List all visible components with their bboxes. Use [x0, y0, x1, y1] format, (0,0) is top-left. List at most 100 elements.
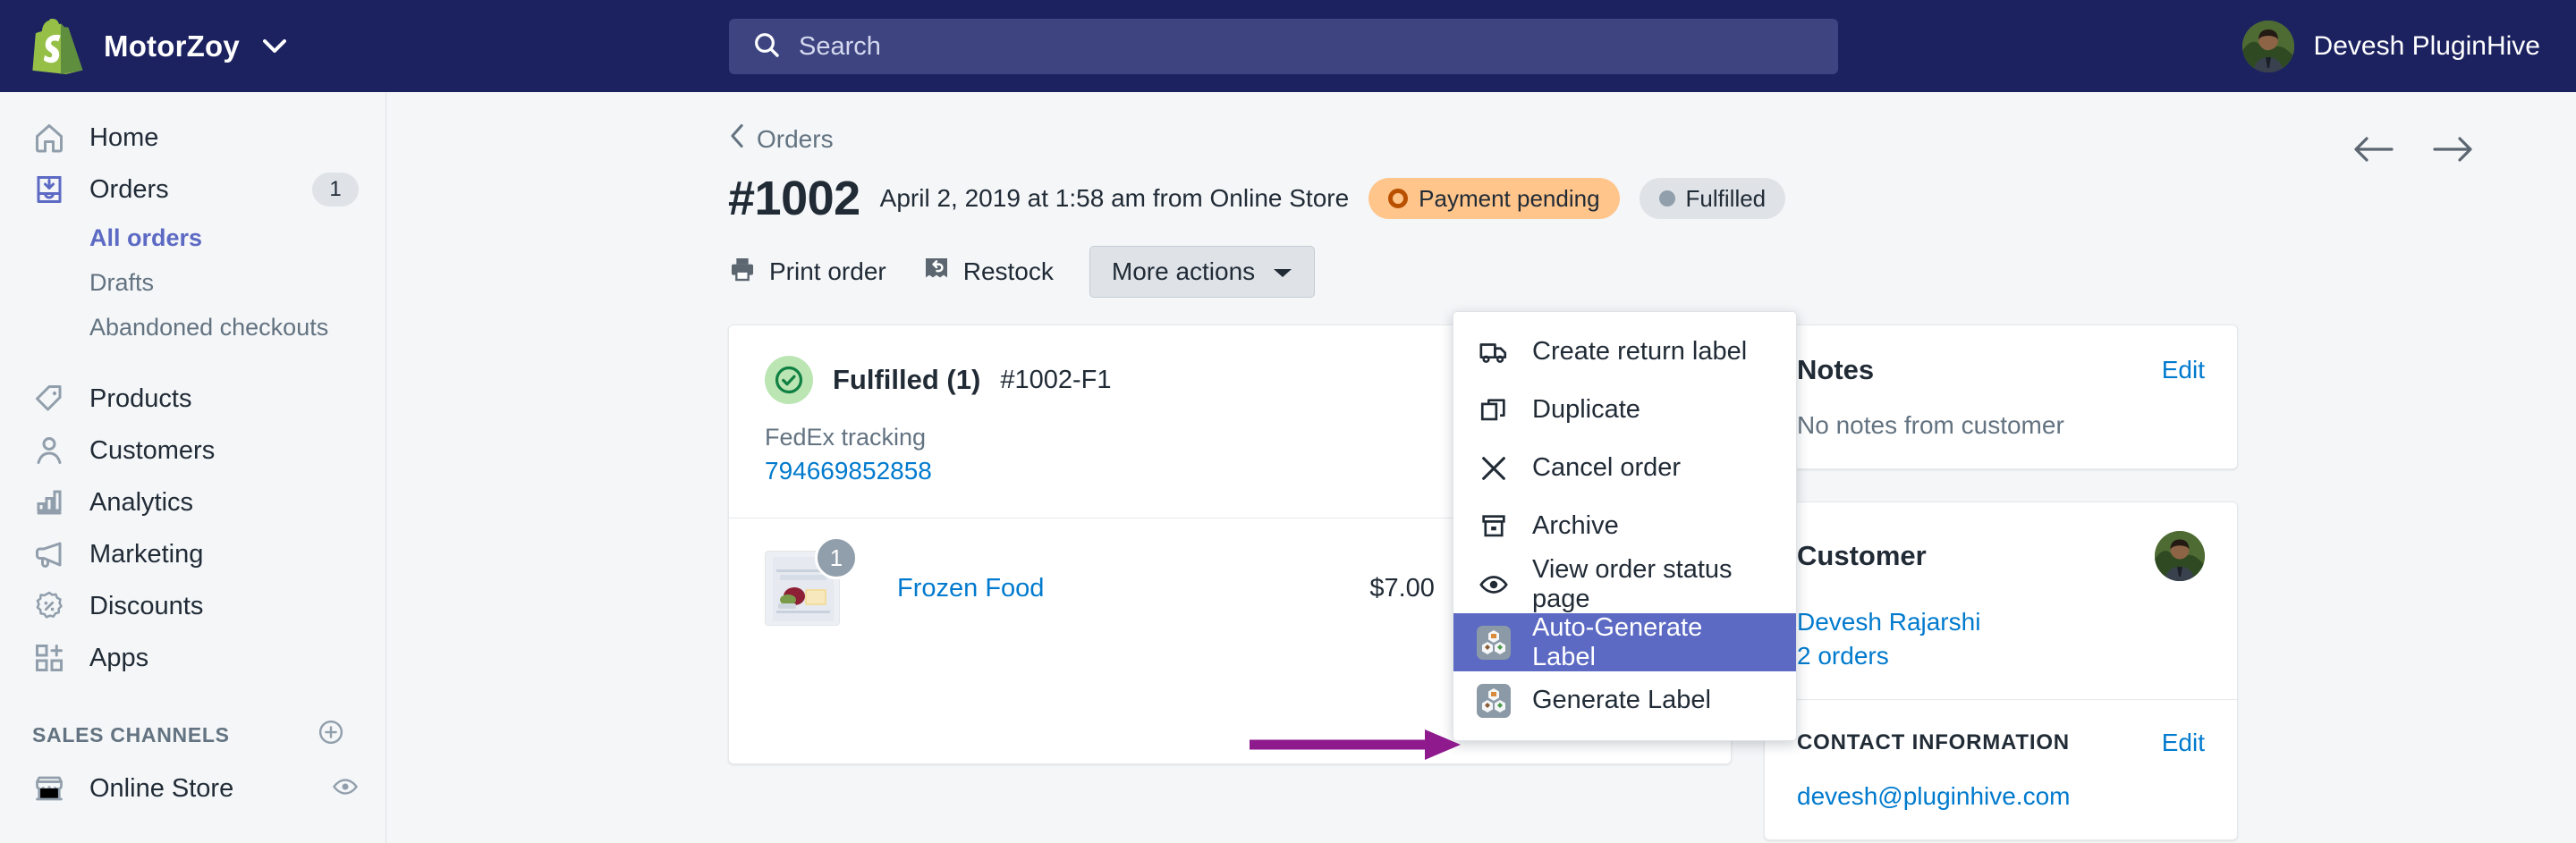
menu-item-archive[interactable]: Archive: [1453, 497, 1796, 555]
global-search[interactable]: [729, 19, 1838, 74]
order-actions: Print order Restock More actions: [728, 246, 2576, 298]
sidebar-item-label: Online Store: [89, 773, 234, 803]
menu-item-label: Generate Label: [1532, 686, 1711, 714]
storefront-icon: [32, 771, 66, 805]
megaphone-icon: [32, 537, 66, 571]
sales-channels-label: SALES CHANNELS: [32, 722, 230, 746]
menu-item-create-return-label[interactable]: Create return label: [1453, 323, 1796, 381]
menu-item-cancel-order[interactable]: Cancel order: [1453, 439, 1796, 497]
product-thumbnail-wrap: 1: [765, 536, 858, 626]
page-title: #1002: [728, 172, 860, 225]
sidebar-item-analytics[interactable]: Analytics: [0, 476, 386, 528]
menu-item-label: Duplicate: [1532, 395, 1640, 424]
orders-inbox-icon: [32, 173, 66, 207]
customer-name: Devesh Rajarshi: [1797, 608, 1981, 636]
next-order-button[interactable]: [2432, 135, 2473, 168]
sidebar-item-marketing[interactable]: Marketing: [0, 528, 386, 580]
customer-avatar: [2155, 531, 2205, 581]
sidebar-item-online-store[interactable]: Online Store: [0, 763, 386, 814]
shopify-logo-icon: [32, 18, 83, 74]
product-name-link[interactable]: Frozen Food: [897, 574, 1044, 603]
sidebar-item-label: Apps: [89, 643, 149, 672]
customer-name-link[interactable]: Devesh Rajarshi: [1797, 608, 2205, 636]
printer-icon: [728, 255, 757, 290]
store-name: MotorZoy: [104, 29, 240, 63]
sidebar-item-all-orders[interactable]: All orders: [0, 215, 386, 260]
sidebar-item-orders[interactable]: Orders 1: [0, 164, 386, 215]
restock-label: Restock: [962, 257, 1054, 285]
customer-header: Customer: [1797, 531, 2205, 581]
sidebar-item-drafts[interactable]: Drafts: [0, 260, 386, 305]
sidebar-item-label: Orders: [89, 174, 169, 204]
app-hex-icon: [1477, 683, 1511, 718]
order-header: #1002 April 2, 2019 at 1:58 am from Onli…: [728, 171, 2576, 226]
chevron-left-icon: [728, 123, 746, 155]
customer-email-link[interactable]: devesh@pluginhive.com: [1797, 782, 2205, 811]
user-name: Devesh PluginHive: [2313, 30, 2540, 61]
check-circle-icon: [765, 356, 813, 404]
sidebar-item-label: Analytics: [89, 487, 194, 517]
status-badge-payment: Payment pending: [1368, 178, 1620, 219]
breadcrumb[interactable]: Orders: [728, 123, 834, 155]
menu-item-label: Archive: [1532, 511, 1619, 540]
sidebar-item-products[interactable]: Products: [0, 373, 386, 425]
store-switcher[interactable]: MotorZoy: [32, 0, 286, 92]
unit-price: $7.00: [1369, 573, 1435, 603]
sidebar-item-home[interactable]: Home: [0, 112, 386, 164]
person-icon: [32, 434, 66, 468]
status-badge-label: Fulfilled: [1685, 184, 1767, 212]
menu-item-generate-label[interactable]: Generate Label: [1453, 671, 1796, 729]
more-actions-button[interactable]: More actions: [1089, 246, 1316, 298]
menu-item-duplicate[interactable]: Duplicate: [1453, 381, 1796, 439]
eye-icon[interactable]: [332, 773, 359, 805]
menu-item-label: Create return label: [1532, 337, 1748, 366]
plus-circle-icon[interactable]: [318, 719, 344, 751]
contact-edit-link[interactable]: Edit: [2162, 729, 2205, 757]
x-icon: [1477, 451, 1511, 485]
notes-edit-link[interactable]: Edit: [2162, 356, 2205, 384]
apps-grid-plus-icon: [32, 641, 66, 675]
print-order-label: Print order: [769, 257, 886, 285]
sidebar-item-abandoned-checkouts[interactable]: Abandoned checkouts: [0, 305, 386, 350]
percent-badge-icon: [32, 589, 66, 623]
menu-item-auto-generate-label[interactable]: Auto-Generate Label: [1453, 613, 1796, 671]
order-pagination: [2353, 135, 2473, 168]
sidebar-item-discounts[interactable]: Discounts: [0, 580, 386, 632]
sidebar: Home Orders 1 All orders Drafts Abandone…: [0, 92, 386, 843]
sidebar-subitem-label: Drafts: [89, 268, 155, 296]
orders-badge: 1: [312, 173, 359, 207]
order-meta: April 2, 2019 at 1:58 am from Online Sto…: [879, 184, 1350, 212]
fulfillment-status: Fulfilled (1): [833, 364, 981, 395]
restock-icon: [922, 255, 951, 290]
customer-email: devesh@pluginhive.com: [1797, 782, 2071, 810]
print-order-button[interactable]: Print order: [728, 255, 886, 290]
sidebar-item-label: Products: [89, 384, 192, 413]
sidebar-item-customers[interactable]: Customers: [0, 425, 386, 476]
sidebar-item-label: Home: [89, 122, 159, 152]
search-input[interactable]: [799, 31, 1815, 62]
customer-orders-count: 2 orders: [1797, 642, 1889, 670]
breadcrumb-label: Orders: [757, 124, 834, 153]
sales-channels-header: SALES CHANNELS: [0, 707, 386, 763]
app-hex-icon: [1477, 625, 1511, 660]
sidebar-item-apps[interactable]: Apps: [0, 632, 386, 684]
restock-button[interactable]: Restock: [922, 255, 1054, 290]
bar-chart-icon: [32, 485, 66, 519]
more-actions-label: More actions: [1111, 257, 1256, 285]
user-menu[interactable]: Devesh PluginHive: [2241, 0, 2540, 92]
more-actions-menu: Create return label Duplicate Cancel ord…: [1453, 311, 1797, 741]
menu-item-label: View order status page: [1532, 554, 1733, 613]
amber-dot-icon: [1388, 189, 1409, 208]
sidebar-item-label: Marketing: [89, 539, 204, 569]
side-column: Notes Edit No notes from customer Custom…: [1764, 325, 2238, 840]
fulfillment-id: #1002-F1: [1000, 365, 1112, 394]
tag-icon: [32, 382, 66, 416]
contact-information-section: CONTACT INFORMATION Edit devesh@pluginhi…: [1765, 700, 2237, 839]
contact-title: CONTACT INFORMATION: [1797, 730, 2070, 754]
customer-orders-link[interactable]: 2 orders: [1797, 642, 2205, 670]
previous-order-button[interactable]: [2353, 135, 2394, 168]
menu-item-label: Auto-Generate Label: [1532, 612, 1703, 671]
menu-item-view-order-status-page[interactable]: View order status page: [1453, 555, 1796, 613]
notes-card: Notes Edit No notes from customer: [1764, 325, 2238, 469]
